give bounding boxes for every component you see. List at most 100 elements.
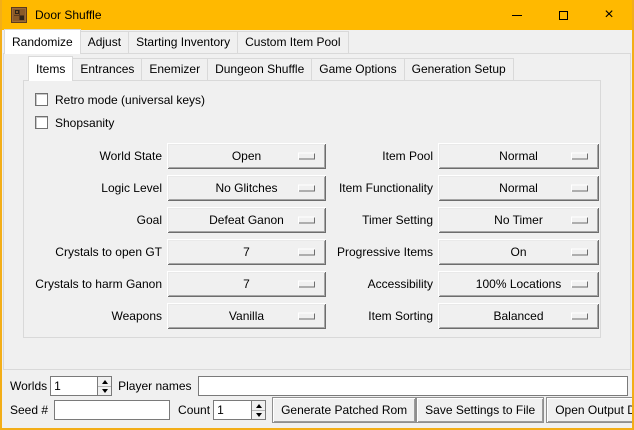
tab-generation-setup[interactable]: Generation Setup bbox=[404, 58, 514, 80]
accessibility-label: Accessibility bbox=[331, 277, 433, 291]
spin-down-button[interactable] bbox=[252, 410, 265, 419]
crystals-ganon-dropdown[interactable]: 7 bbox=[167, 271, 326, 297]
goal-label: Goal bbox=[30, 213, 162, 227]
timer-setting-value: No Timer bbox=[494, 213, 543, 227]
close-button[interactable]: × bbox=[586, 0, 632, 30]
spin-down-icon bbox=[102, 389, 108, 393]
dropdown-indicator-icon bbox=[298, 249, 315, 256]
open-output-directory-button[interactable]: Open Output Directory bbox=[546, 397, 634, 423]
dropdown-indicator-icon bbox=[298, 217, 315, 224]
accessibility-value: 100% Locations bbox=[476, 277, 561, 291]
dropdown-indicator-icon bbox=[571, 185, 588, 192]
worlds-label: Worlds bbox=[10, 379, 47, 393]
logic-level-value: No Glitches bbox=[215, 181, 277, 195]
tab-label: Items bbox=[36, 62, 65, 76]
progressive-items-value: On bbox=[510, 245, 526, 259]
tab-starting-inventory[interactable]: Starting Inventory bbox=[128, 31, 238, 53]
progressive-items-dropdown[interactable]: On bbox=[438, 239, 599, 265]
shopsanity-checkbox[interactable] bbox=[35, 116, 48, 129]
bottom-bar: Worlds Player names Seed # Count bbox=[2, 370, 632, 428]
maximize-button[interactable] bbox=[540, 0, 586, 30]
world-state-label: World State bbox=[30, 149, 162, 163]
crystals-gt-dropdown[interactable]: 7 bbox=[167, 239, 326, 265]
items-page: Retro mode (universal keys) Shopsanity W… bbox=[23, 80, 601, 338]
tab-dungeon-shuffle[interactable]: Dungeon Shuffle bbox=[207, 58, 312, 80]
door-icon bbox=[11, 7, 27, 23]
title-bar: Door Shuffle × bbox=[2, 0, 632, 30]
goal-value: Defeat Ganon bbox=[209, 213, 284, 227]
minimize-icon bbox=[512, 15, 522, 16]
logic-level-label: Logic Level bbox=[30, 181, 162, 195]
randomize-page: Items Entrances Enemizer Dungeon Shuffle… bbox=[3, 53, 631, 370]
generate-patched-rom-button[interactable]: Generate Patched Rom bbox=[272, 397, 416, 423]
tab-items[interactable]: Items bbox=[28, 56, 73, 81]
player-names-label: Player names bbox=[118, 379, 191, 393]
world-state-value: Open bbox=[232, 149, 261, 163]
tab-adjust[interactable]: Adjust bbox=[80, 31, 129, 53]
close-icon: × bbox=[604, 7, 613, 23]
tab-game-options[interactable]: Game Options bbox=[311, 58, 404, 80]
save-settings-button[interactable]: Save Settings to File bbox=[416, 397, 544, 423]
dropdown-indicator-icon bbox=[571, 249, 588, 256]
item-pool-label: Item Pool bbox=[331, 149, 433, 163]
tab-entrances[interactable]: Entrances bbox=[72, 58, 142, 80]
spin-up-icon bbox=[102, 380, 108, 384]
world-state-dropdown[interactable]: Open bbox=[167, 143, 326, 169]
sub-tab-strip: Items Entrances Enemizer Dungeon Shuffle… bbox=[4, 58, 630, 80]
item-sorting-label: Item Sorting bbox=[331, 309, 433, 323]
minimize-button[interactable] bbox=[494, 0, 540, 30]
tab-label: Entrances bbox=[80, 62, 134, 76]
weapons-label: Weapons bbox=[30, 309, 162, 323]
tab-label: Game Options bbox=[319, 62, 396, 76]
accessibility-dropdown[interactable]: 100% Locations bbox=[438, 271, 599, 297]
dropdown-indicator-icon bbox=[571, 313, 588, 320]
item-pool-value: Normal bbox=[499, 149, 538, 163]
seed-label: Seed # bbox=[10, 403, 48, 417]
tab-enemizer[interactable]: Enemizer bbox=[141, 58, 208, 80]
worlds-spin-buttons bbox=[97, 376, 112, 396]
tab-label: Adjust bbox=[88, 35, 121, 49]
dropdown-indicator-icon bbox=[571, 217, 588, 224]
main-tab-strip: Randomize Adjust Starting Inventory Cust… bbox=[2, 30, 632, 53]
dropdown-indicator-icon bbox=[571, 153, 588, 160]
spin-up-button[interactable] bbox=[98, 377, 111, 386]
item-pool-dropdown[interactable]: Normal bbox=[438, 143, 599, 169]
dropdown-indicator-icon bbox=[298, 153, 315, 160]
item-functionality-label: Item Functionality bbox=[331, 181, 433, 195]
tab-custom-item-pool[interactable]: Custom Item Pool bbox=[237, 31, 348, 53]
seed-input[interactable] bbox=[54, 400, 170, 420]
door-shuffle-window: Door Shuffle × Randomize Adjust Starting… bbox=[0, 0, 634, 430]
seed-row: Seed # Count Generate Patched Rom Save S… bbox=[10, 397, 628, 423]
retro-mode-row: Retro mode (universal keys) bbox=[24, 88, 600, 111]
goal-dropdown[interactable]: Defeat Ganon bbox=[167, 207, 326, 233]
item-sorting-dropdown[interactable]: Balanced bbox=[438, 303, 599, 329]
spin-down-button[interactable] bbox=[98, 386, 111, 395]
crystals-gt-value: 7 bbox=[243, 245, 250, 259]
shopsanity-label: Shopsanity bbox=[55, 116, 114, 130]
dropdown-indicator-icon bbox=[571, 281, 588, 288]
item-functionality-dropdown[interactable]: Normal bbox=[438, 175, 599, 201]
tab-label: Randomize bbox=[12, 35, 73, 49]
logic-level-dropdown[interactable]: No Glitches bbox=[167, 175, 326, 201]
tab-label: Enemizer bbox=[149, 62, 200, 76]
tab-randomize[interactable]: Randomize bbox=[4, 29, 81, 54]
window-title: Door Shuffle bbox=[35, 8, 494, 22]
weapons-dropdown[interactable]: Vanilla bbox=[167, 303, 326, 329]
retro-mode-checkbox[interactable] bbox=[35, 93, 48, 106]
crystals-ganon-label: Crystals to harm Ganon bbox=[30, 277, 162, 291]
worlds-input[interactable] bbox=[50, 376, 97, 396]
tab-label: Dungeon Shuffle bbox=[215, 62, 304, 76]
dropdown-indicator-icon bbox=[298, 185, 315, 192]
item-functionality-value: Normal bbox=[499, 181, 538, 195]
count-input[interactable] bbox=[213, 400, 251, 420]
weapons-value: Vanilla bbox=[229, 309, 264, 323]
spin-up-button[interactable] bbox=[252, 401, 265, 410]
spin-up-icon bbox=[256, 404, 262, 408]
dropdown-indicator-icon bbox=[298, 281, 315, 288]
tab-label: Custom Item Pool bbox=[245, 35, 340, 49]
tab-label: Starting Inventory bbox=[136, 35, 230, 49]
timer-setting-dropdown[interactable]: No Timer bbox=[438, 207, 599, 233]
player-names-input[interactable] bbox=[198, 376, 629, 396]
options-grid: World State Open Item Pool Normal Logic … bbox=[24, 143, 600, 329]
timer-setting-label: Timer Setting bbox=[331, 213, 433, 227]
